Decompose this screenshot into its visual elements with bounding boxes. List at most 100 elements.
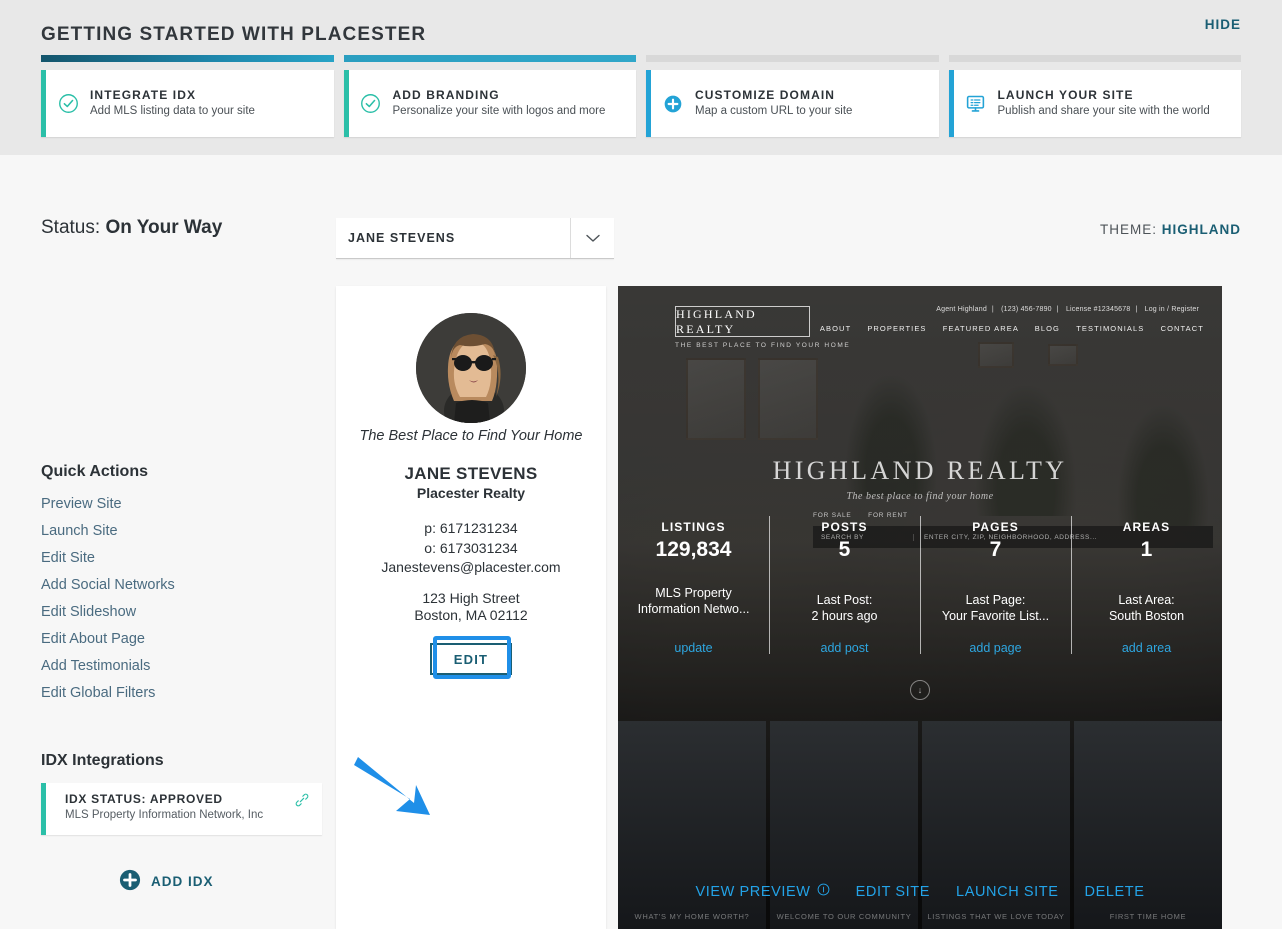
profile-address-line2: Boston, MA 02112 (414, 607, 528, 623)
quick-action-preview-site[interactable]: Preview Site (41, 496, 122, 512)
quick-action-launch-site[interactable]: Launch Site (41, 523, 118, 539)
list-item[interactable]: Preview Site (41, 495, 311, 522)
stat-link-add-post[interactable]: add post (769, 641, 920, 655)
preview-nav: ABOUT PROPERTIES FEATURED AREA BLOG TEST… (807, 324, 1204, 333)
step-card[interactable]: CUSTOMIZE DOMAIN Map a custom URL to you… (646, 70, 939, 137)
profile-email: Janestevens@placester.com (381, 559, 561, 575)
stat-label: AREAS (1122, 520, 1171, 534)
theme-label: THEME: (1099, 222, 1157, 237)
idx-provider-label: MLS Property Information Network, Inc (65, 809, 264, 821)
preview-nav-blog: BLOG (1034, 324, 1060, 333)
theme-indicator: THEME: HIGHLAND (1100, 222, 1241, 237)
preview-topbar-phone: (123) 456-7890 (1001, 306, 1052, 313)
preview-topbar: Agent Highland | (123) 456-7890 | License … (936, 306, 1199, 313)
site-stats-strip: LISTINGS 129,834 MLS Property Informatio… (618, 516, 1222, 661)
add-idx-label: ADD IDX (151, 874, 214, 889)
onboarding-step-add-branding[interactable]: ADD BRANDING Personalize your site with … (343, 55, 636, 137)
stat-subtext: Last Area: South Boston (1108, 593, 1185, 623)
step-card[interactable]: INTEGRATE IDX Add MLS listing data to yo… (41, 70, 334, 137)
quick-action-edit-site[interactable]: Edit Site (41, 550, 95, 566)
preview-nav-properties: PROPERTIES (867, 324, 927, 333)
info-icon[interactable] (817, 883, 830, 900)
preview-site-logo: HIGHLAND REALTY (675, 306, 810, 337)
step-card[interactable]: LAUNCH YOUR SITE Publish and share your … (948, 70, 1241, 137)
add-idx-button[interactable]: ADD IDX (119, 869, 214, 894)
stat-value: 5 (838, 538, 851, 561)
edit-site-button[interactable]: EDIT SITE (856, 884, 930, 900)
onboarding-banner: GETTING STARTED WITH PLACESTER HIDE INTE… (0, 0, 1282, 155)
list-item[interactable]: Edit Global Filters (41, 684, 311, 711)
step-description: Map a custom URL to your site (695, 105, 853, 118)
view-preview-button[interactable]: VIEW PREVIEW (695, 883, 829, 900)
list-item[interactable]: Edit Site (41, 549, 311, 576)
idx-integration-card[interactable]: IDX STATUS: APPROVED MLS Property Inform… (41, 783, 322, 835)
quick-action-edit-slideshow[interactable]: Edit Slideshow (41, 604, 136, 620)
stat-value: 7 (989, 538, 1002, 561)
onboarding-title: GETTING STARTED WITH PLACESTER (41, 24, 427, 45)
preview-topbar-agent: Agent Highland (936, 306, 987, 313)
site-selector[interactable]: JANE STEVENS (336, 218, 614, 259)
step-title: LAUNCH YOUR SITE (997, 88, 1134, 103)
agent-avatar (416, 313, 526, 423)
stat-subtext: MLS Property Information Netwo... (637, 586, 750, 616)
quick-action-edit-global-filters[interactable]: Edit Global Filters (41, 685, 155, 701)
profile-tagline: The Best Place to Find Your Home (359, 428, 583, 444)
onboarding-step-integrate-idx[interactable]: INTEGRATE IDX Add MLS listing data to yo… (41, 55, 334, 137)
preview-nav-featured-area: FEATURED AREA (942, 324, 1019, 333)
preview-topbar-login: Log in / Register (1144, 306, 1199, 313)
stat-value: 1 (1140, 538, 1153, 561)
stat-subtext: Last Page: Your Favorite List... (941, 593, 1050, 623)
stat-link-add-page[interactable]: add page (920, 641, 1071, 655)
preview-nav-about: ABOUT (819, 324, 852, 333)
step-card[interactable]: ADD BRANDING Personalize your site with … (343, 70, 636, 137)
stat-value: 129,834 (655, 538, 732, 561)
preview-tile-caption: FIRST TIME HOME (1109, 912, 1187, 921)
site-preview-panel[interactable]: HIGHLAND REALTY THE BEST PLACE TO FIND Y… (618, 286, 1222, 929)
chevron-down-icon[interactable] (570, 218, 614, 258)
quick-action-add-social-networks[interactable]: Add Social Networks (41, 577, 175, 593)
plus-circle-icon (651, 94, 695, 114)
preview-hero-title: HIGHLAND REALTY (772, 456, 1068, 485)
profile-name: JANE STEVENS (404, 464, 538, 483)
delete-site-button[interactable]: DELETE (1085, 884, 1145, 900)
stat-link-add-area[interactable]: add area (1071, 641, 1222, 655)
step-title: ADD BRANDING (392, 88, 500, 103)
arrow-down-icon[interactable]: ↓ (910, 680, 930, 700)
preview-action-bar: VIEW PREVIEW EDIT SITE LAUNCH SITE DELET… (618, 883, 1222, 900)
onboarding-step-customize-domain[interactable]: CUSTOMIZE DOMAIN Map a custom URL to you… (646, 55, 939, 137)
idx-status-label: IDX STATUS: APPROVED (65, 792, 223, 806)
list-item[interactable]: Launch Site (41, 522, 311, 549)
stat-listings: LISTINGS 129,834 MLS Property Informatio… (618, 516, 769, 661)
site-selector-value: JANE STEVENS (348, 231, 456, 245)
launch-site-button[interactable]: LAUNCH SITE (956, 884, 1058, 900)
preview-tile-caption: LISTINGS THAT WE LOVE TODAY (927, 912, 1065, 921)
step-description: Add MLS listing data to your site (90, 105, 255, 118)
profile-company: Placester Realty (416, 485, 526, 501)
hide-button[interactable]: HIDE (1205, 17, 1241, 32)
step-progress-bar (343, 55, 636, 62)
list-item[interactable]: Edit About Page (41, 630, 311, 657)
list-item[interactable]: Edit Slideshow (41, 603, 311, 630)
list-item[interactable]: Add Social Networks (41, 576, 311, 603)
stat-areas: AREAS 1 Last Area: South Boston add area (1071, 516, 1222, 661)
quick-action-add-testimonials[interactable]: Add Testimonials (41, 658, 150, 674)
stat-label: LISTINGS (661, 520, 726, 534)
theme-value: HIGHLAND (1161, 222, 1241, 237)
quick-actions-heading: Quick Actions (41, 463, 148, 480)
stat-link-update[interactable]: update (618, 641, 769, 655)
status-value: On Your Way (105, 217, 223, 238)
status-line: Status: On Your Way (41, 217, 222, 239)
monitor-icon (954, 93, 998, 114)
chain-link-icon[interactable] (294, 792, 310, 813)
stat-label: PAGES (972, 520, 1019, 534)
list-item[interactable]: Add Testimonials (41, 657, 311, 684)
idx-integrations-heading: IDX Integrations (41, 752, 164, 769)
preview-logo-text: HIGHLAND REALTY (676, 306, 757, 336)
edit-profile-button[interactable]: EDIT (430, 643, 512, 675)
profile-phone: p: 6171231234 (424, 520, 518, 536)
view-preview-label: VIEW PREVIEW (695, 883, 811, 900)
plus-circle-icon (119, 869, 141, 894)
step-title: INTEGRATE IDX (90, 88, 197, 103)
onboarding-step-launch-your-site[interactable]: LAUNCH YOUR SITE Publish and share your … (948, 55, 1241, 137)
quick-action-edit-about-page[interactable]: Edit About Page (41, 631, 145, 647)
